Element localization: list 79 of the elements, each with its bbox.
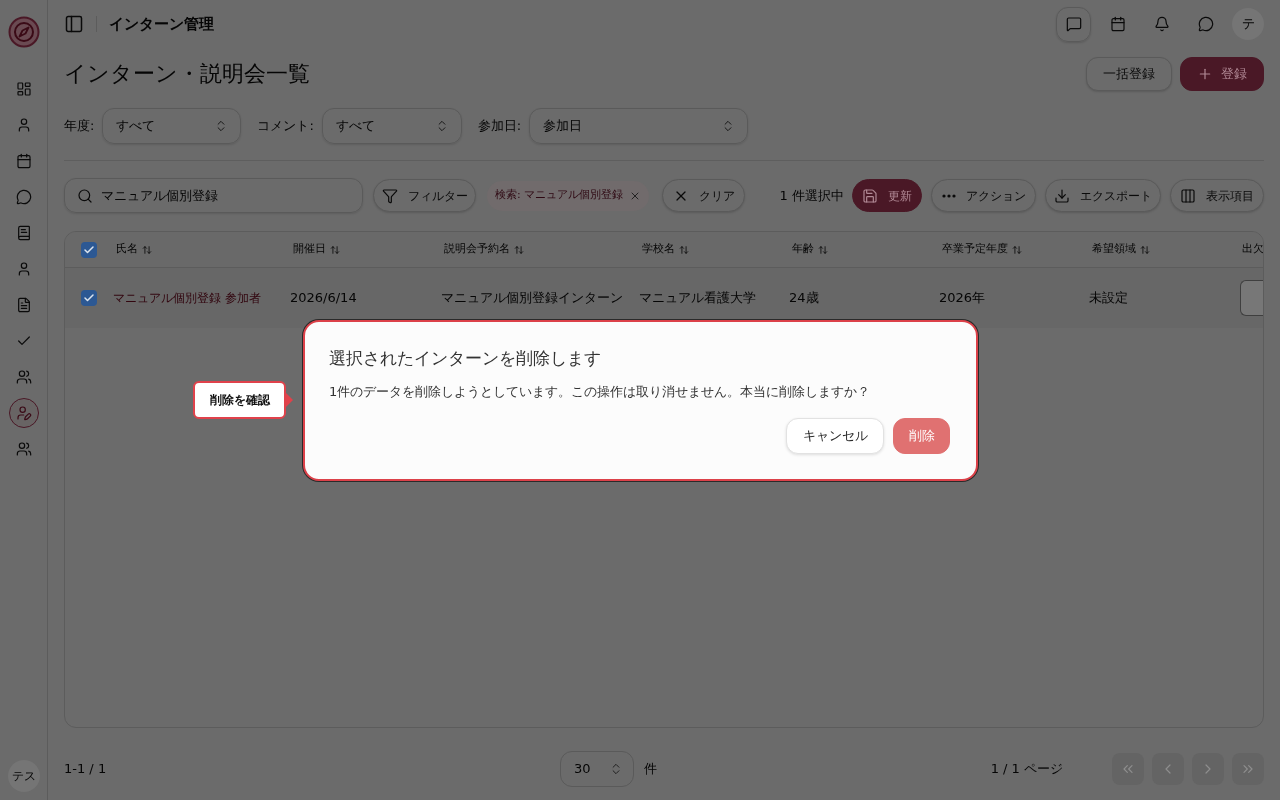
table-cell-text: マニュアル個別登録インターン — [441, 289, 623, 308]
dialog-title: 選択されたインターンを削除します — [329, 347, 602, 370]
page-info: 1 / 1 ページ — [990, 760, 1063, 779]
calendar-icon — [1109, 16, 1126, 32]
column-header[interactable]: 希望領域 — [1092, 241, 1136, 258]
user-edit-icon — [15, 405, 32, 421]
search-icon — [77, 187, 93, 204]
filter-icon — [381, 187, 398, 204]
page-title: インターン・説明会一覧 — [64, 60, 310, 88]
checkbox[interactable] — [81, 290, 97, 306]
select-field[interactable]: すべて — [102, 108, 242, 144]
download-icon — [1054, 187, 1070, 204]
callout-label: 削除を確認 — [193, 381, 286, 419]
sort-icon[interactable] — [514, 244, 524, 255]
user-avatar[interactable]: テ — [1232, 8, 1264, 40]
select-field[interactable] — [1240, 280, 1263, 316]
checkbox[interactable] — [81, 241, 97, 258]
page-size-select[interactable]: 30 — [560, 751, 634, 787]
calendar-icon — [15, 153, 32, 169]
table-cell-text: 2026/6/14 — [290, 289, 357, 308]
columns-button[interactable]: 表示項目 — [1170, 179, 1264, 212]
table-cell-text: マニュアル看護大学 — [639, 289, 756, 308]
actions-button[interactable]: アクション — [931, 179, 1036, 212]
chat-icon — [15, 189, 32, 205]
column-header[interactable]: 年齢 — [792, 241, 814, 258]
range-text: 1-1 / 1 — [64, 760, 108, 779]
bell-icon — [1153, 16, 1170, 32]
search-field[interactable]: マニュアル個別登録 — [64, 178, 363, 213]
document-icon — [15, 297, 32, 313]
delete-button[interactable]: 削除 — [893, 418, 950, 454]
sort-icon[interactable] — [330, 244, 340, 255]
update-button[interactable]: 更新 — [852, 179, 922, 212]
column-header[interactable]: 出欠 — [1242, 241, 1263, 258]
users-icon — [15, 441, 32, 457]
name-link[interactable]: マニュアル個別登録 参加者 — [113, 289, 261, 307]
sidebar-toggle-button[interactable] — [64, 14, 84, 34]
selection-count: 1 件選択中 — [779, 186, 844, 205]
feedback-button[interactable] — [1056, 6, 1091, 42]
chip-label: 検索: マニュアル個別登録 — [495, 187, 624, 204]
column-header[interactable]: 開催日 — [293, 241, 326, 258]
sort-icon[interactable] — [1012, 244, 1022, 255]
column-header[interactable]: 氏名 — [116, 241, 138, 258]
check-icon — [83, 243, 95, 256]
app-title: インターン管理 — [109, 13, 214, 35]
chat-icon — [1197, 16, 1214, 32]
check-icon — [83, 292, 95, 304]
book-icon — [15, 225, 32, 241]
sort-icon[interactable] — [142, 244, 152, 255]
select-field[interactable]: 参加日 — [529, 108, 749, 144]
columns-icon — [1180, 187, 1196, 204]
users-icon — [15, 369, 32, 385]
sidebar-panel-icon — [64, 14, 84, 34]
logo-icon — [7, 16, 40, 48]
export-button[interactable]: エクスポート — [1045, 179, 1161, 212]
select-field[interactable]: すべて — [321, 108, 462, 144]
sort-icon[interactable] — [1140, 244, 1150, 255]
column-header[interactable]: 説明会予約名 — [444, 241, 510, 258]
table-cell-text: 2026年 — [939, 289, 986, 308]
column-header[interactable]: 卒業予定年度 — [942, 241, 1008, 258]
dialog-message: 1件のデータを削除しようとしています。この操作は取り消せません。本当に削除しますか？ — [329, 383, 872, 401]
user-avatar[interactable]: テス — [7, 760, 40, 792]
filter-label: 年度: — [64, 117, 95, 136]
filter-label: コメント: — [257, 117, 314, 136]
dashboard-icon — [15, 81, 32, 97]
nav-item[interactable] — [8, 398, 39, 428]
cancel-button[interactable]: キャンセル — [786, 418, 884, 454]
filter-button[interactable]: フィルター — [373, 179, 476, 212]
table-cell-text: 24歳 — [789, 289, 819, 308]
column-header[interactable]: 学校名 — [642, 241, 675, 258]
clear-button[interactable]: クリア — [662, 179, 746, 212]
save-icon — [862, 187, 878, 204]
table-cell-text: 未設定 — [1089, 289, 1128, 308]
unit-label: 件 — [644, 760, 657, 779]
callout-pointer-icon — [286, 393, 293, 407]
sort-icon[interactable] — [818, 244, 828, 255]
register-button[interactable]: 登録 — [1180, 56, 1264, 91]
filter-label: 参加日: — [477, 117, 522, 136]
sort-icon[interactable] — [679, 244, 689, 255]
more-icon — [941, 193, 956, 198]
